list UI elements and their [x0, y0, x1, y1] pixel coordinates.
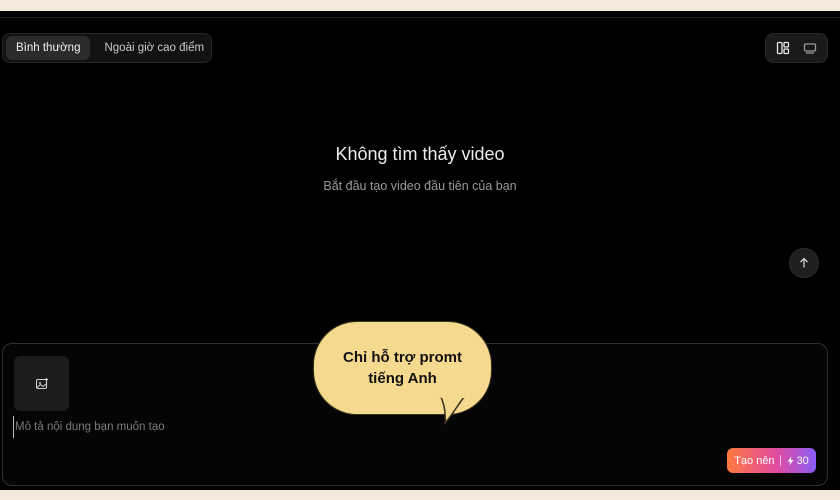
empty-state-subtitle: Bắt đầu tạo video đầu tiên của bạn [323, 179, 517, 193]
image-upload-button[interactable] [14, 356, 69, 411]
mode-toggle: Bình thường Ngoài giờ cao điểm [2, 33, 212, 63]
arrow-up-icon [800, 257, 808, 268]
empty-state-title: Không tìm thấy video [335, 144, 505, 164]
top-divider [0, 17, 840, 18]
image-upload-icon [35, 377, 48, 389]
callout-tail [438, 395, 466, 425]
callout-text: Chỉ hỗ trợ promt tiếng Anh [343, 349, 462, 387]
credits-count: 30 [796, 454, 809, 467]
app-window: Bình thường Ngoài giờ cao điểm Không tìm… [0, 11, 840, 490]
list-view-icon [803, 43, 816, 54]
grid-layout-icon [777, 41, 790, 55]
credits-indicator: 30 [786, 455, 809, 467]
generate-label: Tạo nên [734, 454, 775, 467]
bottom-strip [0, 490, 840, 500]
generate-divider [779, 455, 781, 466]
lightning-icon [787, 456, 794, 465]
view-toggle [765, 33, 828, 63]
mode-normal-button[interactable]: Bình thường [6, 36, 91, 60]
list-view-button[interactable] [800, 38, 820, 58]
prompt-input[interactable] [13, 416, 795, 438]
mode-offpeak-button[interactable]: Ngoài giờ cao điểm [94, 36, 214, 60]
generate-button[interactable]: Tạo nên 30 [727, 448, 816, 473]
scroll-to-top-button[interactable] [789, 248, 819, 278]
grid-layout-button[interactable] [773, 38, 793, 58]
